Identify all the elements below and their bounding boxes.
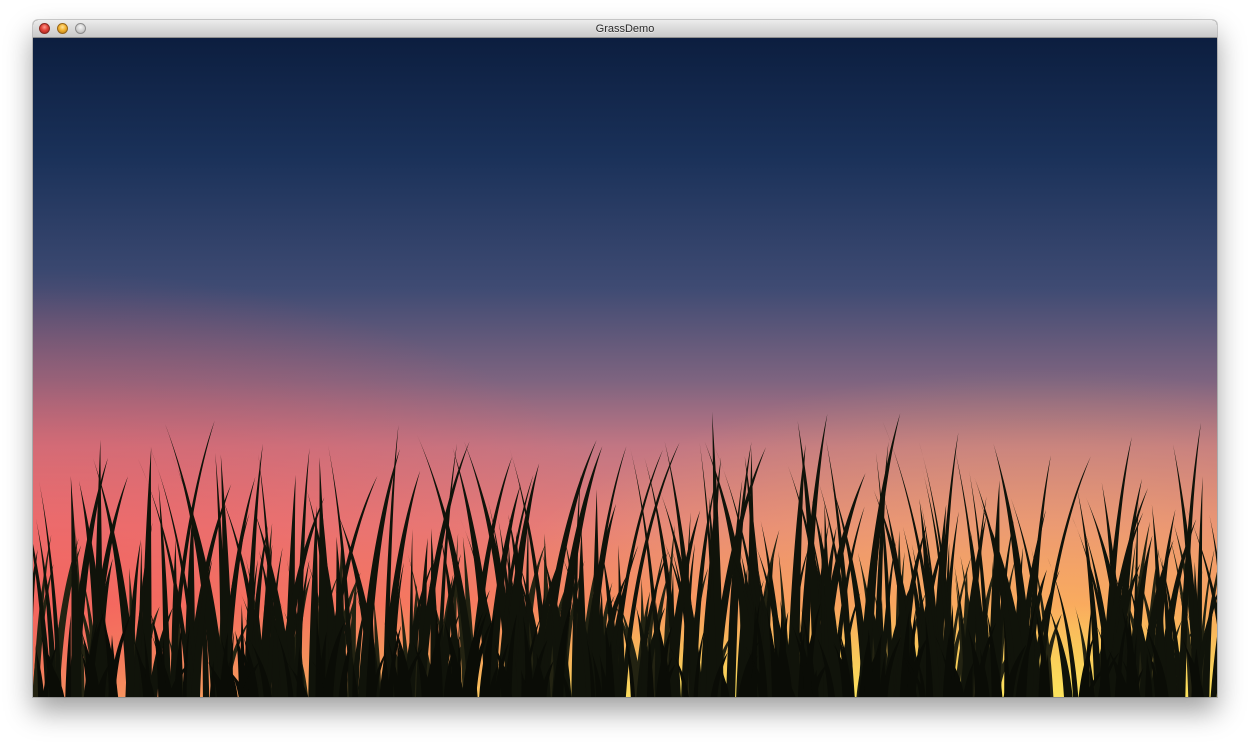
title-bar[interactable]: GrassDemo (33, 20, 1217, 38)
app-window: GrassDemo (33, 20, 1217, 697)
window-title: GrassDemo (595, 23, 655, 35)
grass-scene-canvas (33, 38, 1217, 697)
grass-scene (33, 38, 1217, 697)
